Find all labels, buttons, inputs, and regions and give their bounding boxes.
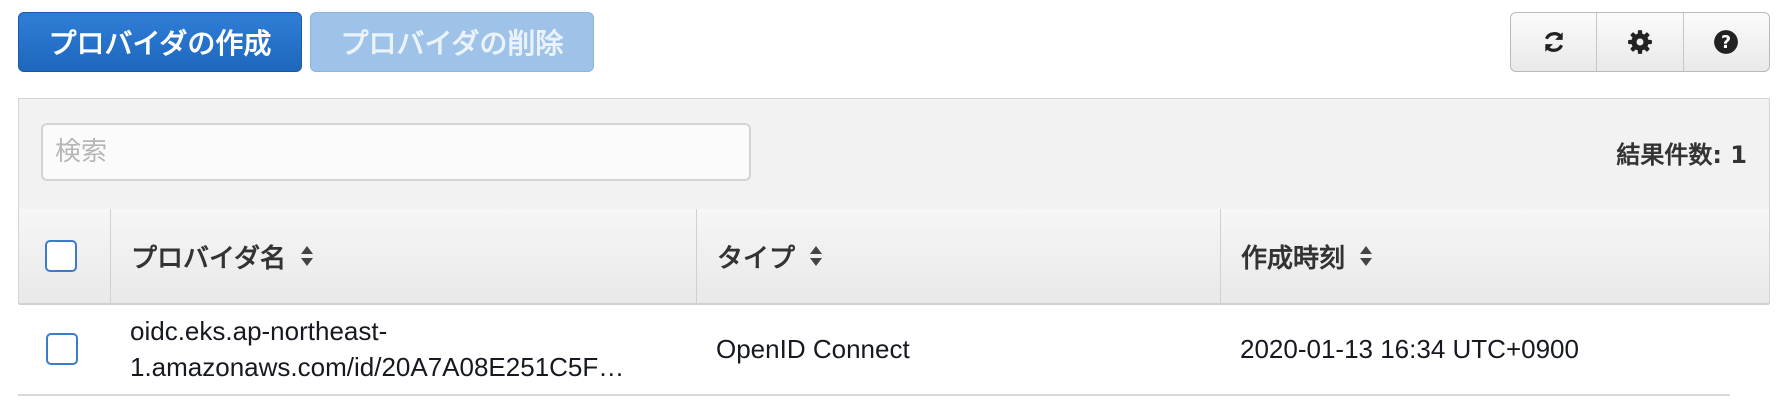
- column-label: プロバイダ名: [131, 243, 286, 274]
- row-checkbox[interactable]: [46, 333, 78, 365]
- create-provider-button[interactable]: プロバイダの作成: [18, 12, 302, 72]
- refresh-button[interactable]: [1511, 13, 1598, 71]
- table-header: プロバイダ名 タイプ 作成時刻: [19, 209, 1769, 305]
- table-row[interactable]: oidc.eks.ap-northeast- 1.amazonaws.com/i…: [18, 304, 1730, 396]
- sort-icon: [1359, 245, 1373, 267]
- gear-icon: [1628, 30, 1652, 54]
- select-all-cell: [19, 209, 111, 303]
- created-time-cell: 2020-01-13 16:34 UTC+0900: [1240, 333, 1579, 364]
- delete-provider-button[interactable]: プロバイダの削除: [310, 12, 594, 72]
- select-all-checkbox[interactable]: [45, 240, 77, 272]
- provider-name-line1: oidc.eks.ap-northeast-: [130, 316, 388, 346]
- search-input[interactable]: [41, 123, 751, 181]
- column-label: 作成時刻: [1241, 243, 1346, 274]
- providers-table-panel: 結果件数: 1 プロバイダ名 タイプ 作成時刻: [18, 98, 1770, 305]
- column-label: タイプ: [717, 243, 796, 274]
- settings-button[interactable]: [1597, 13, 1684, 71]
- help-icon: ?: [1714, 30, 1739, 54]
- toolbar-icon-group: ?: [1510, 12, 1770, 72]
- row-select-cell: [46, 304, 106, 394]
- column-header-created-time[interactable]: 作成時刻: [1221, 209, 1769, 303]
- sort-icon: [809, 245, 823, 267]
- provider-name-cell[interactable]: oidc.eks.ap-northeast- 1.amazonaws.com/i…: [130, 304, 690, 394]
- provider-type-cell: OpenID Connect: [716, 333, 910, 364]
- column-header-type[interactable]: タイプ: [697, 209, 1221, 303]
- filter-bar: 結果件数: 1: [19, 99, 1769, 210]
- help-button[interactable]: ?: [1684, 13, 1769, 71]
- result-count: 結果件数: 1: [1616, 141, 1747, 169]
- sort-icon: [300, 245, 314, 267]
- column-header-provider-name[interactable]: プロバイダ名: [111, 209, 697, 303]
- refresh-icon: [1544, 32, 1563, 52]
- svg-text:?: ?: [1721, 33, 1731, 53]
- provider-name-line2: 1.amazonaws.com/id/20A7A08E251C5F…: [130, 352, 625, 382]
